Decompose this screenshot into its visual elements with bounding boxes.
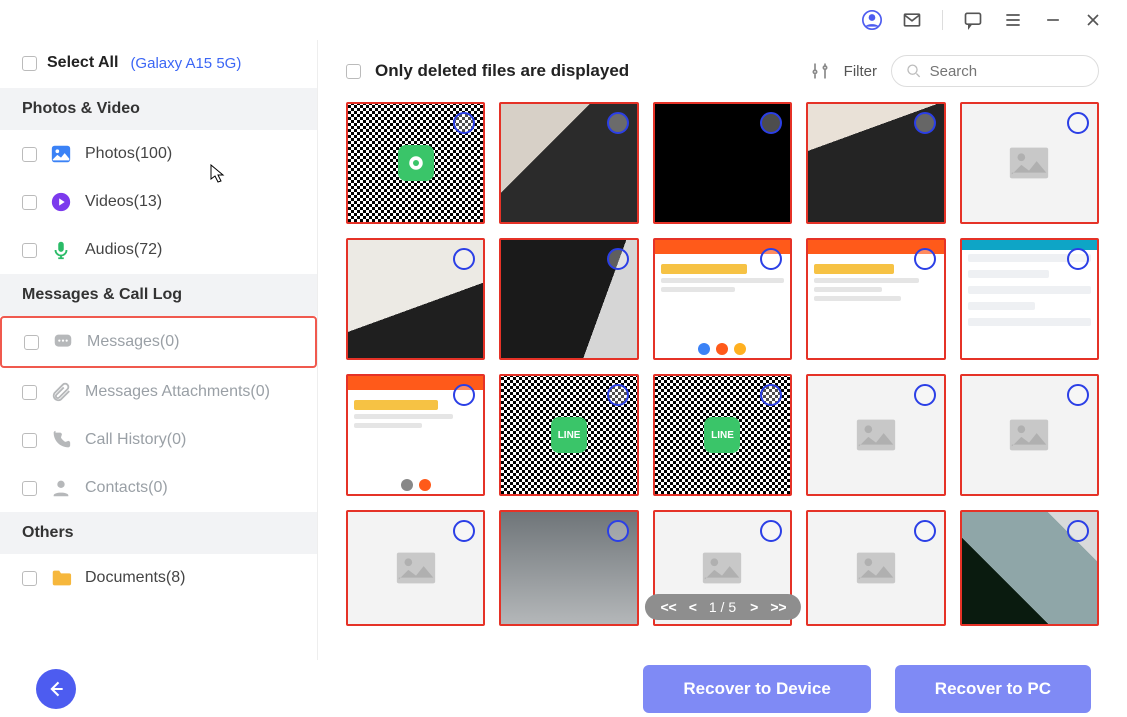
select-circle[interactable] — [914, 520, 936, 542]
minimize-icon[interactable] — [1043, 10, 1063, 30]
thumbnail[interactable] — [499, 238, 638, 360]
pager: < < < 1 / 5 > > > — [644, 594, 800, 620]
thumbnail[interactable] — [346, 374, 485, 496]
thumbnail[interactable] — [806, 374, 945, 496]
attachment-icon — [49, 380, 73, 404]
pager-next[interactable]: > — [750, 599, 756, 615]
select-circle[interactable] — [914, 248, 936, 270]
select-circle[interactable] — [607, 248, 629, 270]
sidebar-item-label: Documents(8) — [85, 569, 185, 587]
select-circle[interactable] — [1067, 248, 1089, 270]
user-icon[interactable] — [862, 10, 882, 30]
thumbnail[interactable] — [806, 510, 945, 626]
sidebar: Select All (Galaxy A15 5G) Photos & Vide… — [0, 40, 318, 660]
thumbnail[interactable] — [346, 510, 485, 626]
select-all-row[interactable]: Select All (Galaxy A15 5G) — [0, 40, 317, 88]
sidebar-item-msg-attachments[interactable]: Messages Attachments(0) — [0, 368, 317, 416]
messages-icon — [51, 330, 75, 354]
thumbnail[interactable] — [346, 102, 485, 224]
thumbnail[interactable] — [806, 102, 945, 224]
group-header-messages: Messages & Call Log — [0, 274, 317, 316]
only-deleted-label: Only deleted files are displayed — [375, 61, 629, 81]
thumbnail-grid: LINE LINE < < < 1 / 5 > > > — [346, 102, 1099, 626]
thumbnail[interactable] — [960, 102, 1099, 224]
sidebar-item-label: Photos(100) — [85, 145, 172, 163]
checkbox[interactable] — [22, 385, 37, 400]
thumbnail[interactable] — [499, 102, 638, 224]
sidebar-item-messages[interactable]: Messages(0) — [0, 316, 317, 368]
recover-to-device-button[interactable]: Recover to Device — [643, 665, 870, 713]
sidebar-item-audios[interactable]: Audios(72) — [0, 226, 317, 274]
sidebar-item-label: Videos(13) — [85, 193, 162, 211]
select-circle[interactable] — [607, 112, 629, 134]
sidebar-item-call-history[interactable]: Call History(0) — [0, 416, 317, 464]
pager-last[interactable]: > > — [770, 599, 784, 615]
chat-icon[interactable] — [963, 10, 983, 30]
sidebar-item-contacts[interactable]: Contacts(0) — [0, 464, 317, 512]
sidebar-item-videos[interactable]: Videos(13) — [0, 178, 317, 226]
checkbox[interactable] — [22, 571, 37, 586]
thumbnail[interactable] — [960, 510, 1099, 626]
select-all-label: Select All — [47, 54, 118, 72]
search-input[interactable] — [930, 63, 1084, 80]
thumbnail[interactable] — [653, 102, 792, 224]
menu-icon[interactable] — [1003, 10, 1023, 30]
pager-prev[interactable]: < — [689, 599, 695, 615]
only-deleted-checkbox[interactable] — [346, 64, 361, 79]
contacts-icon — [49, 476, 73, 500]
select-circle[interactable] — [1067, 384, 1089, 406]
thumbnail[interactable]: LINE — [653, 374, 792, 496]
audios-icon — [49, 238, 73, 262]
titlebar — [0, 0, 1127, 40]
pager-first[interactable]: < < — [660, 599, 674, 615]
checkbox[interactable] — [22, 147, 37, 162]
footer: Recover to Device Recover to PC — [0, 660, 1127, 717]
sidebar-item-label: Messages Attachments(0) — [85, 383, 270, 401]
checkbox[interactable] — [22, 195, 37, 210]
thumbnail[interactable]: LINE — [499, 374, 638, 496]
checkbox[interactable] — [24, 335, 39, 350]
content-toolbar: Only deleted files are displayed Filter — [346, 40, 1099, 102]
photos-icon — [49, 142, 73, 166]
thumbnail[interactable] — [499, 510, 638, 626]
select-circle[interactable] — [914, 112, 936, 134]
sidebar-item-documents[interactable]: Documents(8) — [0, 554, 317, 602]
search-icon — [906, 62, 922, 80]
close-icon[interactable] — [1083, 10, 1103, 30]
sidebar-item-label: Audios(72) — [85, 241, 162, 259]
select-circle[interactable] — [607, 520, 629, 542]
titlebar-separator — [942, 10, 943, 30]
thumbnail[interactable] — [960, 238, 1099, 360]
select-all-checkbox[interactable] — [22, 56, 37, 71]
recover-to-pc-button[interactable]: Recover to PC — [895, 665, 1091, 713]
select-circle[interactable] — [1067, 112, 1089, 134]
filter-label[interactable]: Filter — [844, 63, 877, 80]
search-box[interactable] — [891, 55, 1099, 87]
sidebar-item-label: Contacts(0) — [85, 479, 168, 497]
thumbnail[interactable] — [653, 238, 792, 360]
select-circle[interactable] — [914, 384, 936, 406]
checkbox[interactable] — [22, 481, 37, 496]
thumbnail[interactable] — [806, 238, 945, 360]
sidebar-item-label: Messages(0) — [87, 333, 179, 351]
sidebar-item-photos[interactable]: Photos(100) — [0, 130, 317, 178]
select-circle[interactable] — [607, 384, 629, 406]
device-name: (Galaxy A15 5G) — [130, 55, 241, 72]
checkbox[interactable] — [22, 433, 37, 448]
group-header-photos-video: Photos & Video — [0, 88, 317, 130]
videos-icon — [49, 190, 73, 214]
mail-icon[interactable] — [902, 10, 922, 30]
checkbox[interactable] — [22, 243, 37, 258]
thumbnail[interactable] — [346, 238, 485, 360]
sidebar-item-label: Call History(0) — [85, 431, 186, 449]
pager-text: 1 / 5 — [709, 599, 736, 615]
select-circle[interactable] — [1067, 520, 1089, 542]
phone-icon — [49, 428, 73, 452]
thumbnail[interactable] — [960, 374, 1099, 496]
back-button[interactable] — [36, 669, 76, 709]
content-area: Only deleted files are displayed Filter — [318, 40, 1127, 660]
group-header-others: Others — [0, 512, 317, 554]
folder-icon — [49, 566, 73, 590]
filter-icon[interactable] — [810, 61, 830, 81]
